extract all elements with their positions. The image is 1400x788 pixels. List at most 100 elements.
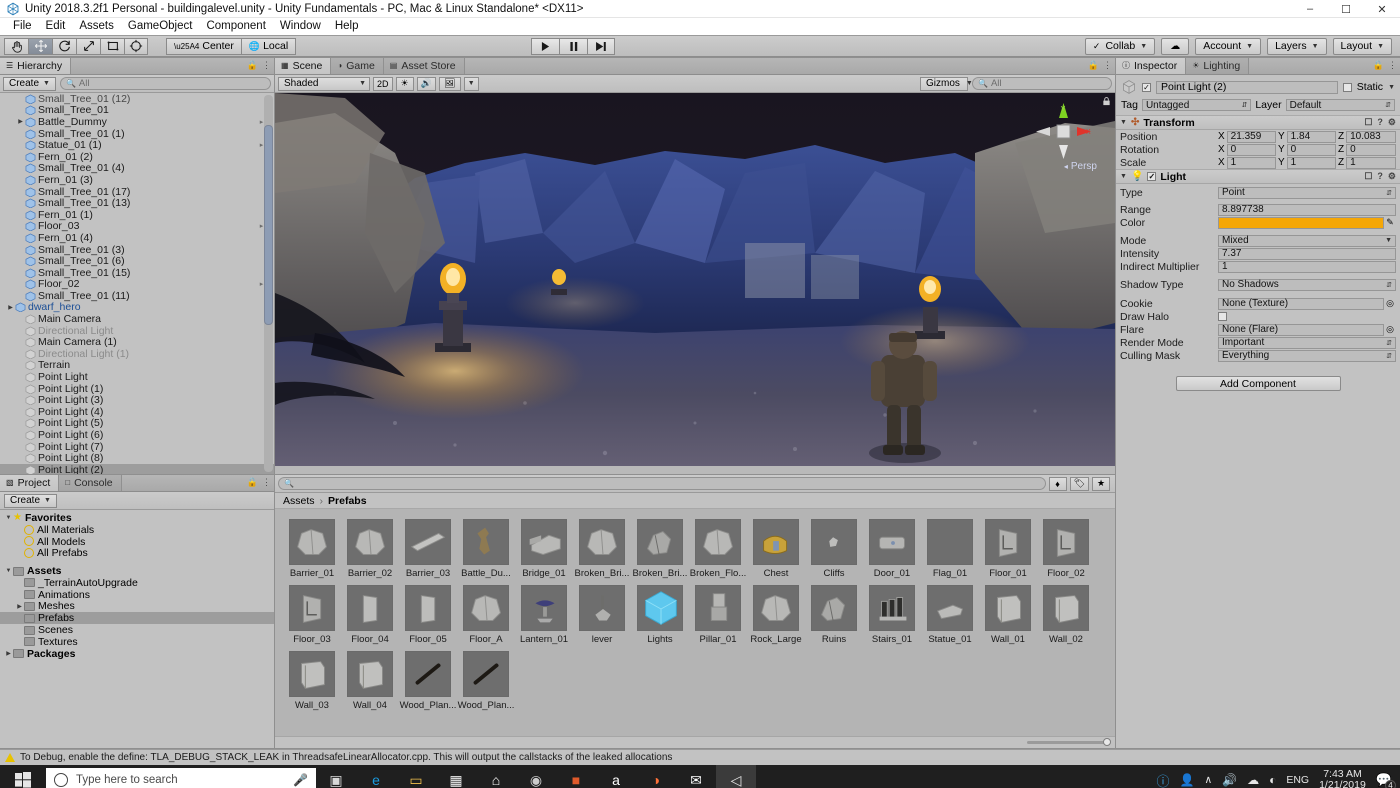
lock-icon[interactable]: 🔒	[247, 477, 258, 488]
menu-item-assets[interactable]: Assets	[72, 18, 121, 35]
scene-viewport[interactable]: Y X ◂ Persp	[275, 93, 1115, 474]
light-render-mode-dropdown[interactable]: Important ⇵	[1218, 336, 1396, 349]
window-controls[interactable]: – ☐ ✕	[1292, 0, 1400, 18]
project-tree-item[interactable]: ▼ Assets	[0, 565, 274, 577]
asset-item[interactable]: Broken_Bri...	[574, 519, 630, 579]
project-folder-tree[interactable]: ▼ ★ Favorites All Materials All Models All Pr…	[0, 510, 274, 748]
tag-dropdown[interactable]: Untagged ⇵	[1141, 99, 1252, 111]
cloud-button[interactable]: ☁	[1161, 37, 1190, 55]
transform-position-y-field[interactable]: 1.84	[1286, 130, 1336, 143]
project-tree-item[interactable]: Scenes	[0, 624, 274, 636]
minimize-button[interactable]: –	[1292, 0, 1328, 18]
account-button[interactable]: Account ▼	[1195, 37, 1262, 55]
chevron-down-icon[interactable]: ▼	[1120, 119, 1127, 126]
asset-item[interactable]: Floor_A	[458, 585, 514, 645]
taskbar-clock[interactable]: 7:43 AM 1/21/2019	[1319, 769, 1366, 788]
tab-scene[interactable]: ▦ Scene	[275, 58, 332, 74]
move-tool-icon[interactable]	[28, 37, 52, 55]
asset-zoom-slider[interactable]	[1027, 738, 1111, 746]
hierarchy-item[interactable]: Small_Tree_01 (11)	[0, 290, 274, 302]
twod-toggle-button[interactable]: 2D	[373, 76, 393, 91]
hierarchy-item[interactable]: Point Light (3)	[0, 394, 274, 406]
hierarchy-create-button[interactable]: Create ▼	[3, 76, 56, 91]
hierarchy-item[interactable]: ▶ dwarf_hero	[0, 301, 274, 313]
breadcrumb-item[interactable]: Assets	[283, 495, 315, 507]
light-range-field[interactable]: 8.897738	[1218, 203, 1396, 216]
hierarchy-item[interactable]: Point Light (1)	[0, 383, 274, 395]
hierarchy-item[interactable]: Small_Tree_01 (3)	[0, 244, 274, 256]
menu-item-edit[interactable]: Edit	[39, 18, 73, 35]
asset-item[interactable]: Wood_Plan...	[458, 651, 514, 711]
lock-icon[interactable]: 🔒	[1373, 60, 1384, 71]
asset-item[interactable]: Flag_01	[922, 519, 978, 579]
close-button[interactable]: ✕	[1364, 0, 1400, 18]
preset-icon[interactable]: ☐	[1364, 171, 1372, 182]
tab-lighting[interactable]: ☀ Lighting	[1186, 58, 1250, 74]
light-type-dropdown[interactable]: Point ⇵	[1218, 186, 1396, 199]
asset-item[interactable]: Floor_02	[1038, 519, 1094, 579]
asset-item[interactable]: Wood_Plan...	[400, 651, 456, 711]
hierarchy-item[interactable]: Point Light (2)	[0, 464, 274, 474]
hierarchy-item[interactable]: Main Camera	[0, 313, 274, 325]
panel-menu-icon[interactable]: ⋮	[1388, 60, 1397, 71]
asset-item[interactable]: Wall_04	[342, 651, 398, 711]
hierarchy-item[interactable]: Fern_01 (2)	[0, 151, 274, 163]
hierarchy-item[interactable]: Point Light (7)	[0, 441, 274, 453]
gizmo-lock-icon[interactable]	[1102, 97, 1111, 106]
hierarchy-item[interactable]: Directional Light (1)	[0, 348, 274, 360]
pause-button[interactable]	[559, 37, 588, 55]
chevron-up-icon[interactable]: ∧	[1204, 774, 1212, 786]
asset-item[interactable]: Rock_Large	[748, 585, 804, 645]
project-tree-item[interactable]: All Materials	[0, 524, 274, 536]
asset-item[interactable]: Wall_02	[1038, 585, 1094, 645]
light-indirect-multiplier-field[interactable]: 1	[1218, 260, 1396, 273]
asset-item[interactable]: Chest	[748, 519, 804, 579]
hierarchy-item[interactable]: Point Light	[0, 371, 274, 383]
asset-item[interactable]: Wall_03	[284, 651, 340, 711]
transform-scale-y-field[interactable]: 1	[1286, 156, 1336, 169]
scene-lighting-toggle[interactable]: ☀	[395, 76, 414, 91]
hierarchy-item[interactable]: Point Light (6)	[0, 429, 274, 441]
asset-item[interactable]: Floor_05	[400, 585, 456, 645]
preset-icon[interactable]: ☐	[1364, 117, 1372, 128]
asset-item[interactable]: Floor_04	[342, 585, 398, 645]
onedrive-icon[interactable]: ☁	[1247, 773, 1259, 787]
rect-tool-icon[interactable]	[100, 37, 124, 55]
step-button[interactable]	[587, 37, 616, 55]
project-breadcrumb[interactable]: Assets › Prefabs	[275, 493, 1115, 509]
pivot-mode-button[interactable]: \u25A4 Center	[166, 37, 241, 55]
hierarchy-item[interactable]: Small_Tree_01 (13)	[0, 197, 274, 209]
hierarchy-item[interactable]: Fern_01 (3)	[0, 174, 274, 186]
asset-item[interactable]: Door_01	[864, 519, 920, 579]
file-explorer-icon[interactable]: ▭	[396, 765, 436, 788]
menu-item-window[interactable]: Window	[273, 18, 328, 35]
asset-item[interactable]: Pillar_01	[690, 585, 746, 645]
panel-tab-actions[interactable]: 🔒 ⋮	[1088, 60, 1112, 71]
tab-hierarchy[interactable]: ☰ Hierarchy	[0, 58, 72, 74]
start-button[interactable]	[0, 765, 46, 788]
tab-inspector[interactable]: ⓘ Inspector	[1116, 58, 1187, 74]
asset-zoom-slider-row[interactable]	[275, 736, 1115, 748]
layer-dropdown[interactable]: Default ⇵	[1285, 99, 1396, 111]
asset-item[interactable]: Cliffs	[806, 519, 862, 579]
scene-view-gizmo[interactable]: Y X	[1033, 101, 1093, 163]
scene-search-input[interactable]: 🔍 All	[972, 77, 1112, 90]
project-tree-item[interactable]: All Models	[0, 536, 274, 548]
static-checkbox[interactable]	[1342, 82, 1352, 92]
hierarchy-item[interactable]: Fern_01 (1)	[0, 209, 274, 221]
project-tree-item[interactable]: All Prefabs	[0, 547, 274, 559]
menu-item-gameobject[interactable]: GameObject	[121, 18, 200, 35]
transform-scale-x-field[interactable]: 1	[1226, 156, 1276, 169]
project-tree-item[interactable]: ▼ ★ Favorites	[0, 512, 274, 524]
lock-icon[interactable]: 🔒	[247, 60, 258, 71]
scene-audio-toggle[interactable]: 🔊	[416, 76, 436, 91]
volume-icon[interactable]: 🔊	[1222, 773, 1237, 787]
scene-camera-mode[interactable]: ◂ Persp	[1064, 161, 1097, 172]
hierarchy-item[interactable]: Fern_01 (4)	[0, 232, 274, 244]
help-icon[interactable]: ?	[1377, 117, 1383, 128]
asset-item[interactable]: Wall_01	[980, 585, 1036, 645]
tab-asset-store[interactable]: ▤ Asset Store	[383, 58, 465, 74]
asset-item[interactable]: Battle_Du...	[458, 519, 514, 579]
hierarchy-tab-actions[interactable]: 🔒 ⋮	[247, 60, 271, 71]
draw-mode-dropdown[interactable]: Shaded ▼	[278, 76, 370, 91]
